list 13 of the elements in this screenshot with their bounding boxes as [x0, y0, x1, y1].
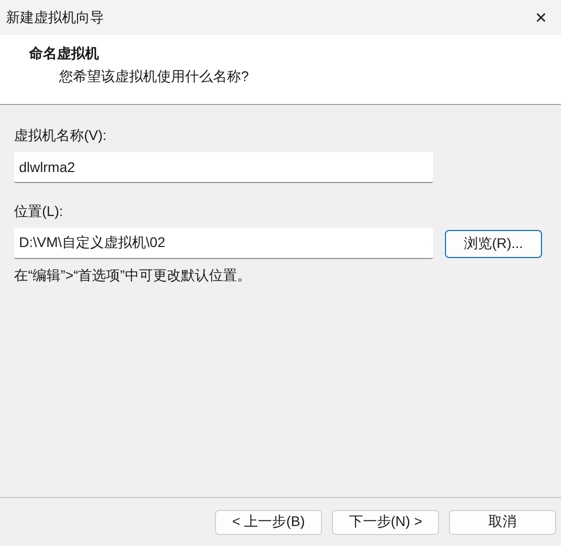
page-subtitle: 您希望该虚拟机使用什么名称? [59, 68, 250, 86]
browse-button[interactable]: 浏览(R)... [445, 230, 542, 258]
window-title: 新建虚拟机向导 [6, 8, 104, 26]
input-field[interactable]: dlwlrma2 [14, 152, 433, 183]
wizard-button[interactable]: 取消 [449, 510, 556, 534]
wizard-button[interactable]: < 上一步(B) [215, 510, 322, 534]
page-title: 命名虚拟机 [29, 45, 100, 63]
input-field[interactable]: D:\VM\自定义虚拟机\02 [14, 228, 433, 259]
field-label: 位置(L): [14, 203, 63, 221]
hint-text: 在“编辑”>“首选项”中可更改默认位置。 [14, 267, 251, 285]
wizard-button[interactable]: 下一步(N) > [332, 510, 439, 534]
field-label: 虚拟机名称(V): [14, 127, 107, 145]
close-button[interactable]: ✕ [521, 0, 561, 35]
